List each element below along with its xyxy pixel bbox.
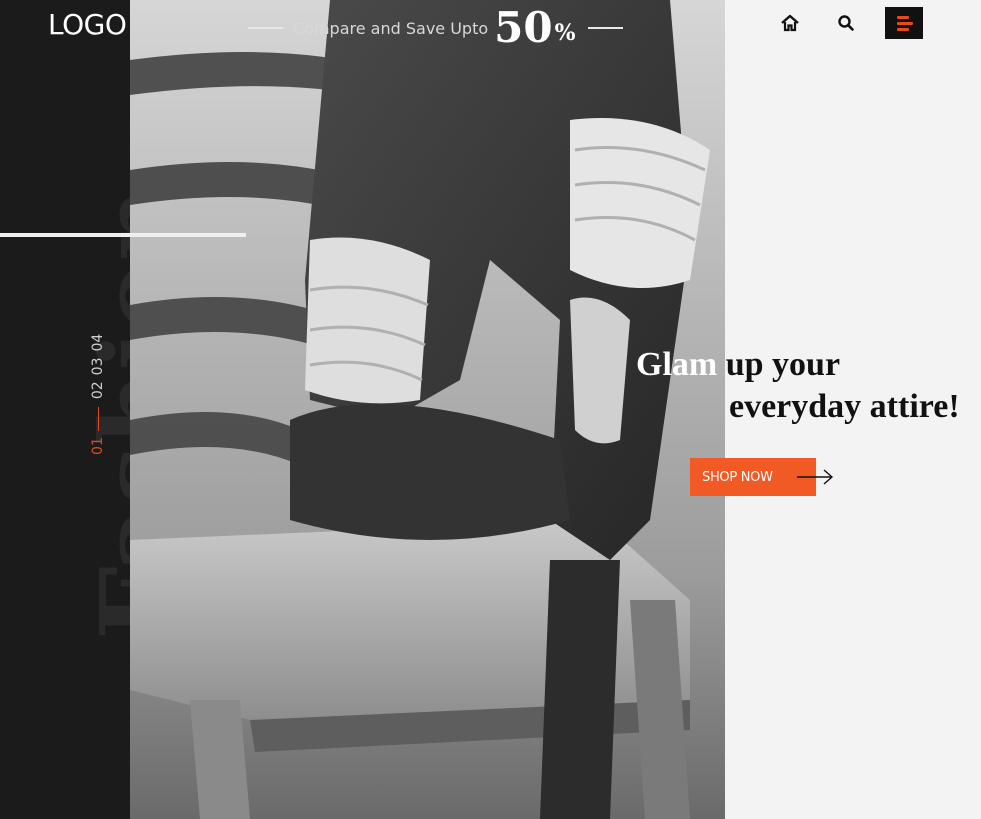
promo-dash-left [248,27,283,29]
promo-text: Compare and Save Upto [293,18,489,38]
home-button[interactable] [775,7,805,39]
search-button[interactable] [831,7,861,39]
promo-unit: % [554,20,576,46]
menu-bar-middle [896,21,913,25]
menu-button[interactable] [885,7,923,39]
shop-now[interactable]: SHOP NOW [690,458,834,496]
arrow-right-icon[interactable] [796,467,834,487]
promo-dash-right [587,27,623,29]
headline-glam: Glam [636,346,718,383]
sidebar: Fashion 01 02 03 04 LOGO [0,0,200,819]
pager-item-3[interactable]: 03 [90,358,106,376]
promo-banner: Compare and Save Upto 50 % [248,4,623,52]
slide-pager: 01 02 03 04 [90,334,106,455]
pager-active-line [97,407,99,432]
logo[interactable]: LOGO [48,8,127,41]
pager-item-4[interactable]: 04 [90,334,106,352]
top-nav [775,7,923,39]
hamburger-menu-icon [896,15,909,19]
promo-value: 50 [494,3,553,52]
hero-headline: Glam up your everyday attire! [636,344,960,428]
accent-line [0,233,246,237]
headline-up-your: up your [717,346,841,383]
home-icon [781,14,799,32]
pager-item-2[interactable]: 02 [90,381,106,399]
headline-line-1: Glam up your [636,344,960,386]
search-icon [838,15,854,31]
pager-item-active[interactable]: 01 [90,437,106,455]
menu-bar-bottom [896,27,909,31]
headline-line-2: everyday attire! [729,388,960,425]
